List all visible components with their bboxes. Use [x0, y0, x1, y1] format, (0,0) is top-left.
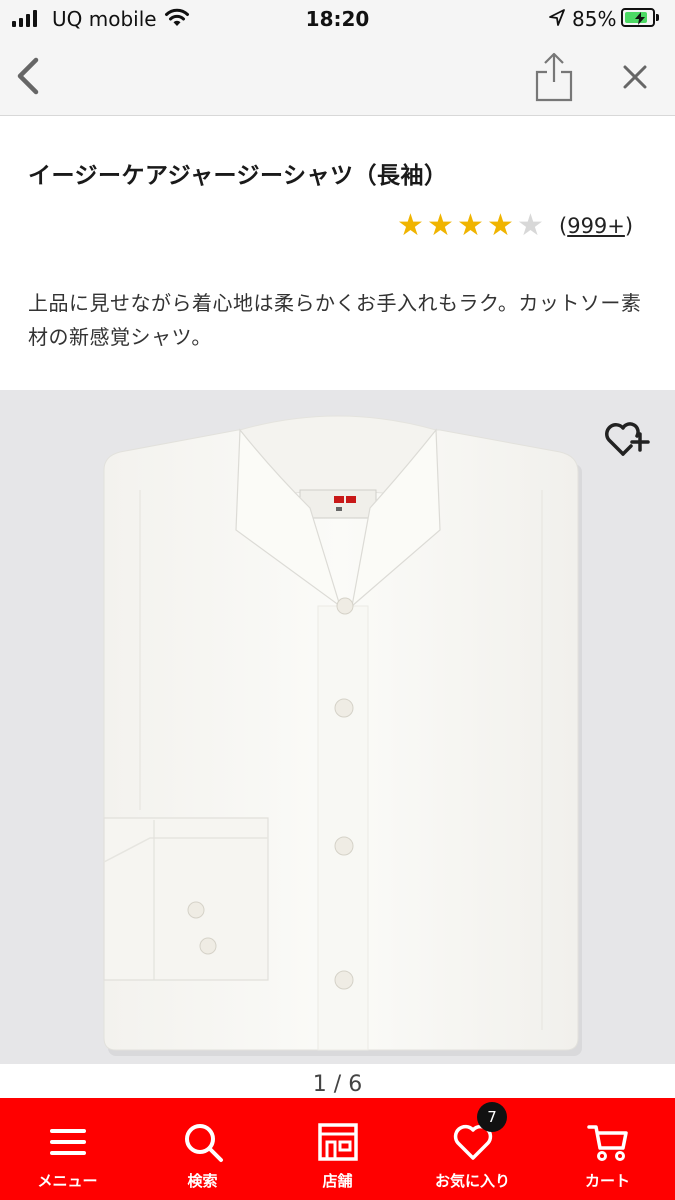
nav-bar [0, 38, 675, 116]
status-bar: UQ mobile 18:20 85% [0, 0, 675, 38]
white-dress-shirt-photo [103, 415, 582, 1056]
star-filled-icon: ★ [397, 208, 424, 243]
review-count-close: ) [624, 214, 634, 238]
tab-store[interactable]: 店舗 [270, 1098, 405, 1200]
product-rating[interactable]: ★ ★ ★ ★ ★ (999+) [396, 208, 633, 244]
tab-favorites[interactable]: お気に入り 7 [405, 1098, 540, 1200]
product-description: 上品に見せながら着心地は柔らかくお手入れもラク。カットソー素材の新感覚シャツ。 [28, 291, 642, 349]
close-icon[interactable] [618, 60, 652, 94]
tab-search-label: 検索 [187, 1172, 218, 1190]
battery-percent: 85% [572, 7, 617, 31]
rating-stars: ★ ★ ★ ★ ★ [396, 208, 545, 244]
cart-icon [586, 1125, 628, 1161]
location-arrow-icon [549, 9, 565, 26]
menu-icon [49, 1129, 86, 1155]
star-filled-icon: ★ [427, 208, 454, 243]
tab-store-label: 店舗 [322, 1172, 353, 1190]
review-count-link[interactable]: (999+) [559, 214, 633, 238]
star-filled-icon: ★ [457, 208, 484, 243]
star-empty-icon: ★ [517, 208, 544, 243]
share-icon[interactable] [532, 50, 576, 102]
bottom-tab-bar: メニュー 検索 店舗 お気に入り 7 カート [0, 1098, 675, 1200]
tab-search[interactable]: 検索 [135, 1098, 270, 1200]
store-icon [317, 1123, 358, 1161]
search-icon [184, 1124, 223, 1162]
heart-plus-icon[interactable] [604, 418, 650, 460]
tab-favorites-label: お気に入り [434, 1172, 510, 1190]
review-count-open: ( [559, 214, 568, 238]
back-chevron-icon[interactable] [10, 56, 46, 96]
star-filled-icon: ★ [487, 208, 514, 243]
product-title: イージーケアジャージーシャツ（長袖） [28, 163, 448, 189]
product-image-carousel[interactable] [0, 390, 675, 1064]
image-pager: 1 / 6 [312, 1072, 363, 1097]
tab-cart-label: カート [584, 1172, 630, 1190]
battery-charging-icon [621, 8, 655, 27]
battery-tip [656, 14, 659, 21]
tab-menu[interactable]: メニュー [0, 1098, 135, 1200]
review-count[interactable]: 999+ [567, 214, 625, 238]
tab-menu-label: メニュー [37, 1172, 98, 1190]
tab-cart[interactable]: カート [540, 1098, 675, 1200]
favorites-count-badge: 7 [477, 1102, 507, 1132]
